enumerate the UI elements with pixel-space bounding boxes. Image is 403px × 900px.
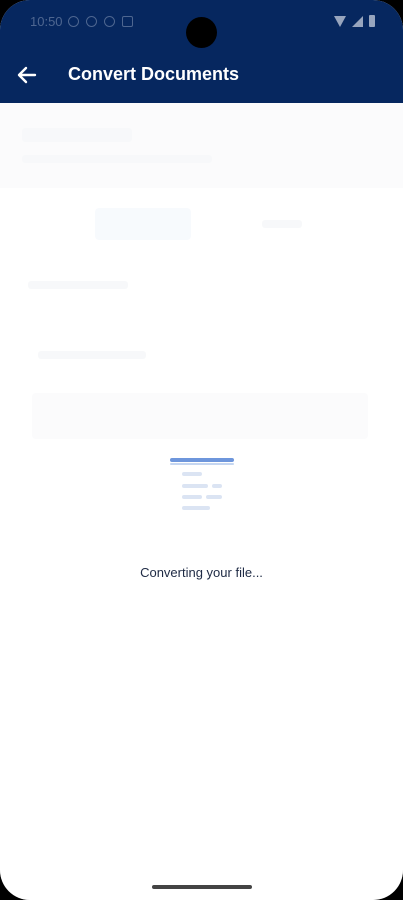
page-title: Convert Documents [68,64,240,84]
loading-message: Converting your file... [140,565,263,580]
document-lines-icon [166,455,238,517]
notification-icons [68,16,133,27]
status-bar: 10:50 [0,0,403,48]
notification-icon [122,16,133,27]
system-icons [334,15,375,27]
loader-line [212,484,222,488]
loader-line [170,463,234,465]
home-indicator[interactable] [152,885,252,889]
status-time: 10:50 [30,14,63,29]
loader-line [182,472,202,476]
signal-icon [352,15,363,27]
battery-icon [369,15,375,27]
loader-line [182,484,208,488]
loader-line [182,495,202,499]
wifi-icon [334,15,346,27]
camera-cutout [186,17,217,48]
notification-icon [86,16,97,27]
app-bar: Convert Documents [0,48,403,103]
back-button[interactable] [12,60,42,90]
arrow-left-icon [17,66,37,84]
notification-icon [104,16,115,27]
loader-line [182,506,210,510]
phone-screen: 10:50 Convert Documents Converting your … [0,0,403,900]
loader-line [170,458,234,462]
loader-line [206,495,222,499]
notification-icon [68,16,79,27]
